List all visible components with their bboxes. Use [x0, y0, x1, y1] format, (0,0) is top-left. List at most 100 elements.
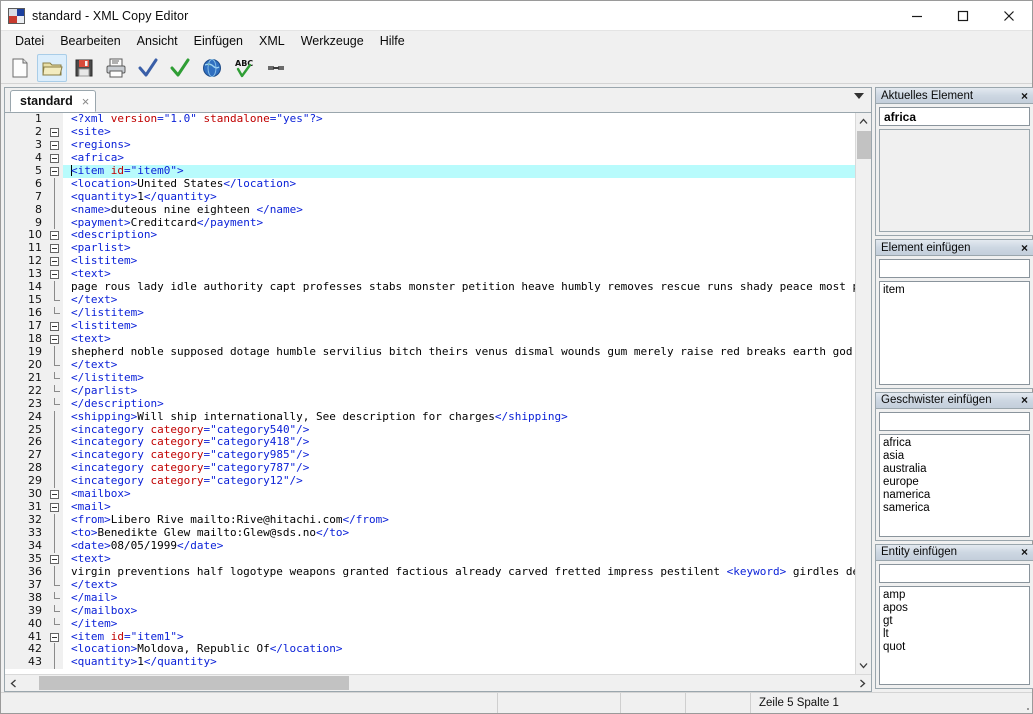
save-disk-icon[interactable]: [69, 54, 99, 82]
menu-datei[interactable]: Datei: [7, 32, 52, 51]
list-item[interactable]: samerica: [883, 502, 1029, 515]
resize-grip-icon[interactable]: [1018, 693, 1032, 713]
panel-close-icon[interactable]: ×: [1021, 394, 1030, 406]
panel-close-icon[interactable]: ×: [1021, 242, 1030, 254]
list-item[interactable]: gt: [883, 615, 1029, 628]
list-item[interactable]: europe: [883, 476, 1029, 489]
print-icon[interactable]: [101, 54, 131, 82]
scroll-up-icon[interactable]: [856, 113, 872, 130]
panel-close-icon[interactable]: ×: [1021, 546, 1030, 558]
app-logo-icon: [8, 7, 25, 24]
tab-close-icon[interactable]: ×: [82, 95, 90, 108]
list-item[interactable]: amp: [883, 589, 1029, 602]
list-item[interactable]: asia: [883, 450, 1029, 463]
editor-vertical-scrollbar[interactable]: [855, 113, 871, 674]
maximize-icon[interactable]: [940, 1, 986, 31]
code-line[interactable]: 12 <listitem>: [5, 254, 855, 269]
code-line[interactable]: 39 </mailbox>: [5, 604, 855, 618]
status-cell-3: [621, 693, 686, 713]
code-line[interactable]: 37 </text>: [5, 578, 855, 592]
link-icon[interactable]: [261, 54, 291, 82]
panel-listbox[interactable]: africa asia australia europe namerica sameric…: [879, 433, 1030, 537]
menu-einfuegen[interactable]: Einfügen: [186, 32, 251, 51]
spellcheck-abc-icon[interactable]: ABC: [229, 54, 259, 82]
fold-marker[interactable]: [47, 332, 63, 346]
code-line[interactable]: 30 <mailbox>: [5, 487, 855, 502]
toolbar: ABC: [1, 52, 1032, 84]
scroll-down-icon[interactable]: [856, 657, 872, 674]
panel-input[interactable]: [879, 259, 1030, 279]
close-icon[interactable]: [986, 1, 1032, 31]
code-line[interactable]: 36 virgin preventions half logotype weapo…: [5, 565, 855, 579]
panel-listbox[interactable]: amp apos gt lt quot: [879, 585, 1030, 686]
code-line[interactable]: 2 <site>: [5, 124, 855, 139]
line-number: 24: [5, 410, 47, 424]
menu-werkzeuge[interactable]: Werkzeuge: [293, 32, 372, 51]
list-item[interactable]: australia: [883, 463, 1029, 476]
fold-marker: [47, 113, 63, 126]
panel-input[interactable]: africa: [879, 107, 1030, 126]
validate-icon[interactable]: [165, 54, 195, 82]
code-text: <quantity>1</quantity>: [71, 655, 217, 669]
menu-ansicht[interactable]: Ansicht: [129, 32, 186, 51]
code-line[interactable]: 17 <listitem>: [5, 319, 855, 333]
list-item[interactable]: africa: [883, 437, 1029, 450]
code-line[interactable]: 43 <quantity>1</quantity>: [5, 655, 855, 670]
list-item[interactable]: namerica: [883, 489, 1029, 502]
fold-marker[interactable]: [47, 229, 63, 243]
globe-preview-icon[interactable]: [197, 54, 227, 82]
open-folder-icon[interactable]: [37, 53, 67, 82]
list-item[interactable]: lt: [883, 628, 1029, 641]
menu-hilfe[interactable]: Hilfe: [372, 32, 413, 51]
fold-marker[interactable]: [47, 164, 63, 178]
minimize-icon[interactable]: [894, 1, 940, 31]
panel-header: Geschwister einfügen ×: [876, 392, 1033, 409]
fold-marker[interactable]: [47, 552, 63, 566]
fold-marker: [47, 216, 63, 230]
code-text: <site>: [71, 124, 111, 138]
fold-marker[interactable]: [47, 501, 63, 515]
check-wellformed-icon[interactable]: [133, 54, 163, 82]
vertical-scroll-thumb[interactable]: [857, 131, 871, 159]
new-document-icon[interactable]: [5, 54, 35, 82]
panel-close-icon[interactable]: ×: [1021, 90, 1030, 102]
tool-sidebar: Aktuelles Element × africa Element einfügen…: [875, 87, 1033, 692]
fold-marker: [47, 294, 63, 308]
editor-horizontal-scrollbar[interactable]: [5, 674, 871, 691]
list-item[interactable]: item: [883, 284, 1029, 297]
list-item[interactable]: quot: [883, 641, 1029, 654]
fold-marker: [47, 539, 63, 553]
fold-marker[interactable]: [47, 125, 63, 139]
fold-marker[interactable]: [47, 242, 63, 256]
menu-xml[interactable]: XML: [251, 32, 293, 51]
panel-input[interactable]: [879, 411, 1030, 431]
fold-marker[interactable]: [47, 268, 63, 282]
panel-listbox[interactable]: item: [879, 281, 1030, 385]
code-line[interactable]: 29 <incategory category="category12"/>: [5, 474, 855, 489]
panel-input[interactable]: [879, 563, 1030, 583]
fold-marker[interactable]: [47, 320, 63, 333]
tab-standard[interactable]: standard ×: [10, 90, 97, 112]
code-line[interactable]: 34 <date>08/05/1999</date>: [5, 539, 855, 553]
code-line[interactable]: 14 page rous lady idle authority capt pro…: [5, 280, 855, 295]
menu-bearbeiten[interactable]: Bearbeiten: [52, 32, 128, 51]
application-window: standard - XML Copy Editor Datei Bearbei…: [0, 0, 1033, 714]
fold-marker[interactable]: [47, 151, 63, 165]
scroll-right-icon[interactable]: [854, 675, 871, 691]
horizontal-scroll-thumb[interactable]: [39, 676, 349, 690]
fold-marker: [47, 307, 63, 320]
tab-dropdown-icon[interactable]: [854, 93, 864, 99]
code-editor[interactable]: 1 <?xml version="1.0" standalone="yes"?> 2…: [5, 113, 855, 674]
list-item[interactable]: apos: [883, 602, 1029, 615]
code-line[interactable]: 1 <?xml version="1.0" standalone="yes"?>: [5, 113, 855, 126]
fold-marker[interactable]: [47, 488, 63, 502]
fold-marker[interactable]: [47, 138, 63, 152]
status-cell-position: Zeile 5 Spalte 1: [759, 697, 839, 709]
fold-marker[interactable]: [47, 255, 63, 269]
code-line[interactable]: 3 <regions>: [5, 138, 855, 152]
code-line[interactable]: 19 shepherd noble supposed dotage humble …: [5, 345, 855, 359]
code-text: </listitem>: [71, 306, 144, 320]
code-line[interactable]: 10 <description>: [5, 228, 855, 243]
fold-marker[interactable]: [47, 630, 63, 644]
scroll-left-icon[interactable]: [5, 675, 22, 691]
